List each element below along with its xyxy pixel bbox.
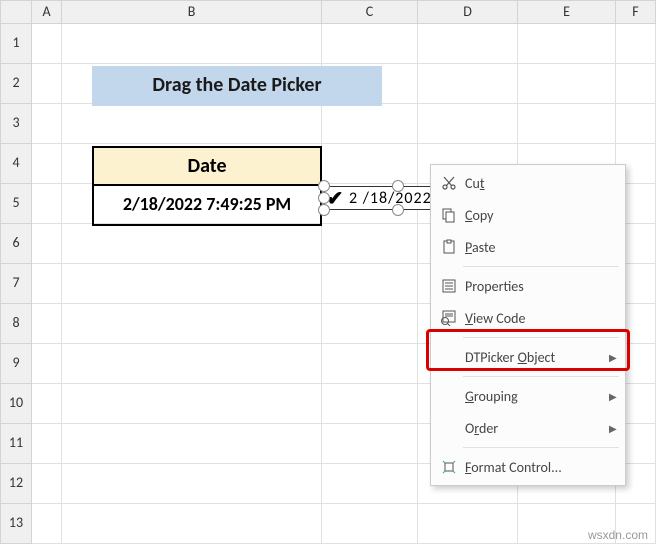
- chevron-right-icon: ▶: [609, 390, 619, 403]
- menu-separator: [463, 447, 619, 448]
- row-header-1[interactable]: 1: [0, 24, 32, 64]
- selection-handle[interactable]: [318, 180, 330, 192]
- date-value-cell[interactable]: 2/18/2022 7:49:25 PM: [92, 186, 322, 226]
- chevron-right-icon: ▶: [609, 351, 619, 364]
- row-header-9[interactable]: 9: [0, 344, 32, 384]
- menu-label: Format Control...: [465, 459, 619, 476]
- properties-icon: [437, 276, 461, 296]
- menu-label: Cut: [465, 175, 619, 192]
- view-code-icon: [437, 308, 461, 328]
- row-header-3[interactable]: 3: [0, 104, 32, 144]
- row-header-5[interactable]: 5: [0, 184, 32, 224]
- column-headers: A B C D E F: [0, 0, 656, 24]
- blank-icon: [437, 347, 461, 367]
- menu-label: Properties: [465, 278, 619, 295]
- selection-handle[interactable]: [318, 204, 330, 216]
- row-header-11[interactable]: 11: [0, 424, 32, 464]
- menu-separator: [463, 337, 619, 338]
- menu-grouping[interactable]: Grouping ▶: [431, 380, 625, 412]
- blank-icon: [437, 418, 461, 438]
- row-header-10[interactable]: 10: [0, 384, 32, 424]
- menu-cut[interactable]: Cut: [431, 167, 625, 199]
- menu-label: Paste: [465, 239, 619, 256]
- row-header-7[interactable]: 7: [0, 264, 32, 304]
- menu-format-control[interactable]: Format Control...: [431, 451, 625, 483]
- col-header-D[interactable]: D: [418, 0, 518, 24]
- context-menu: Cut Copy Paste Properties View Code DTPi…: [430, 164, 626, 486]
- row-header-13[interactable]: 13: [0, 504, 32, 544]
- menu-paste[interactable]: Paste: [431, 231, 625, 263]
- row-header-8[interactable]: 8: [0, 304, 32, 344]
- col-header-E[interactable]: E: [518, 0, 616, 24]
- menu-label: Grouping: [465, 388, 609, 405]
- row-headers: 1 2 3 4 5 6 7 8 9 10 11 12 13: [0, 24, 32, 544]
- menu-copy[interactable]: Copy: [431, 199, 625, 231]
- date-column-header: Date: [92, 146, 322, 186]
- menu-label: Copy: [465, 207, 619, 224]
- col-header-B[interactable]: B: [62, 0, 322, 24]
- menu-separator: [463, 376, 619, 377]
- menu-separator: [463, 266, 619, 267]
- select-all-corner[interactable]: [0, 0, 32, 24]
- selection-handle[interactable]: [392, 204, 404, 216]
- menu-order[interactable]: Order ▶: [431, 412, 625, 444]
- row-header-6[interactable]: 6: [0, 224, 32, 264]
- menu-view-code[interactable]: View Code: [431, 302, 625, 334]
- copy-icon: [437, 205, 461, 225]
- menu-properties[interactable]: Properties: [431, 270, 625, 302]
- menu-label: Order: [465, 420, 609, 437]
- row-header-4[interactable]: 4: [0, 144, 32, 184]
- menu-label: DTPicker Object: [465, 349, 609, 366]
- page-title: Drag the Date Picker: [92, 66, 382, 106]
- menu-dtpicker-object[interactable]: DTPicker Object ▶: [431, 341, 625, 373]
- col-header-A[interactable]: A: [32, 0, 62, 24]
- blank-icon: [437, 386, 461, 406]
- menu-label: View Code: [465, 310, 619, 327]
- row-header-2[interactable]: 2: [0, 64, 32, 104]
- selection-handle[interactable]: [392, 180, 404, 192]
- col-header-F[interactable]: F: [616, 0, 656, 24]
- cut-icon: [437, 173, 461, 193]
- selection-handle[interactable]: [318, 192, 330, 204]
- paste-icon: [437, 237, 461, 257]
- chevron-right-icon: ▶: [609, 422, 619, 435]
- row-header-12[interactable]: 12: [0, 464, 32, 504]
- format-control-icon: [437, 457, 461, 477]
- col-header-C[interactable]: C: [322, 0, 418, 24]
- watermark: wsxdn.com: [588, 528, 648, 542]
